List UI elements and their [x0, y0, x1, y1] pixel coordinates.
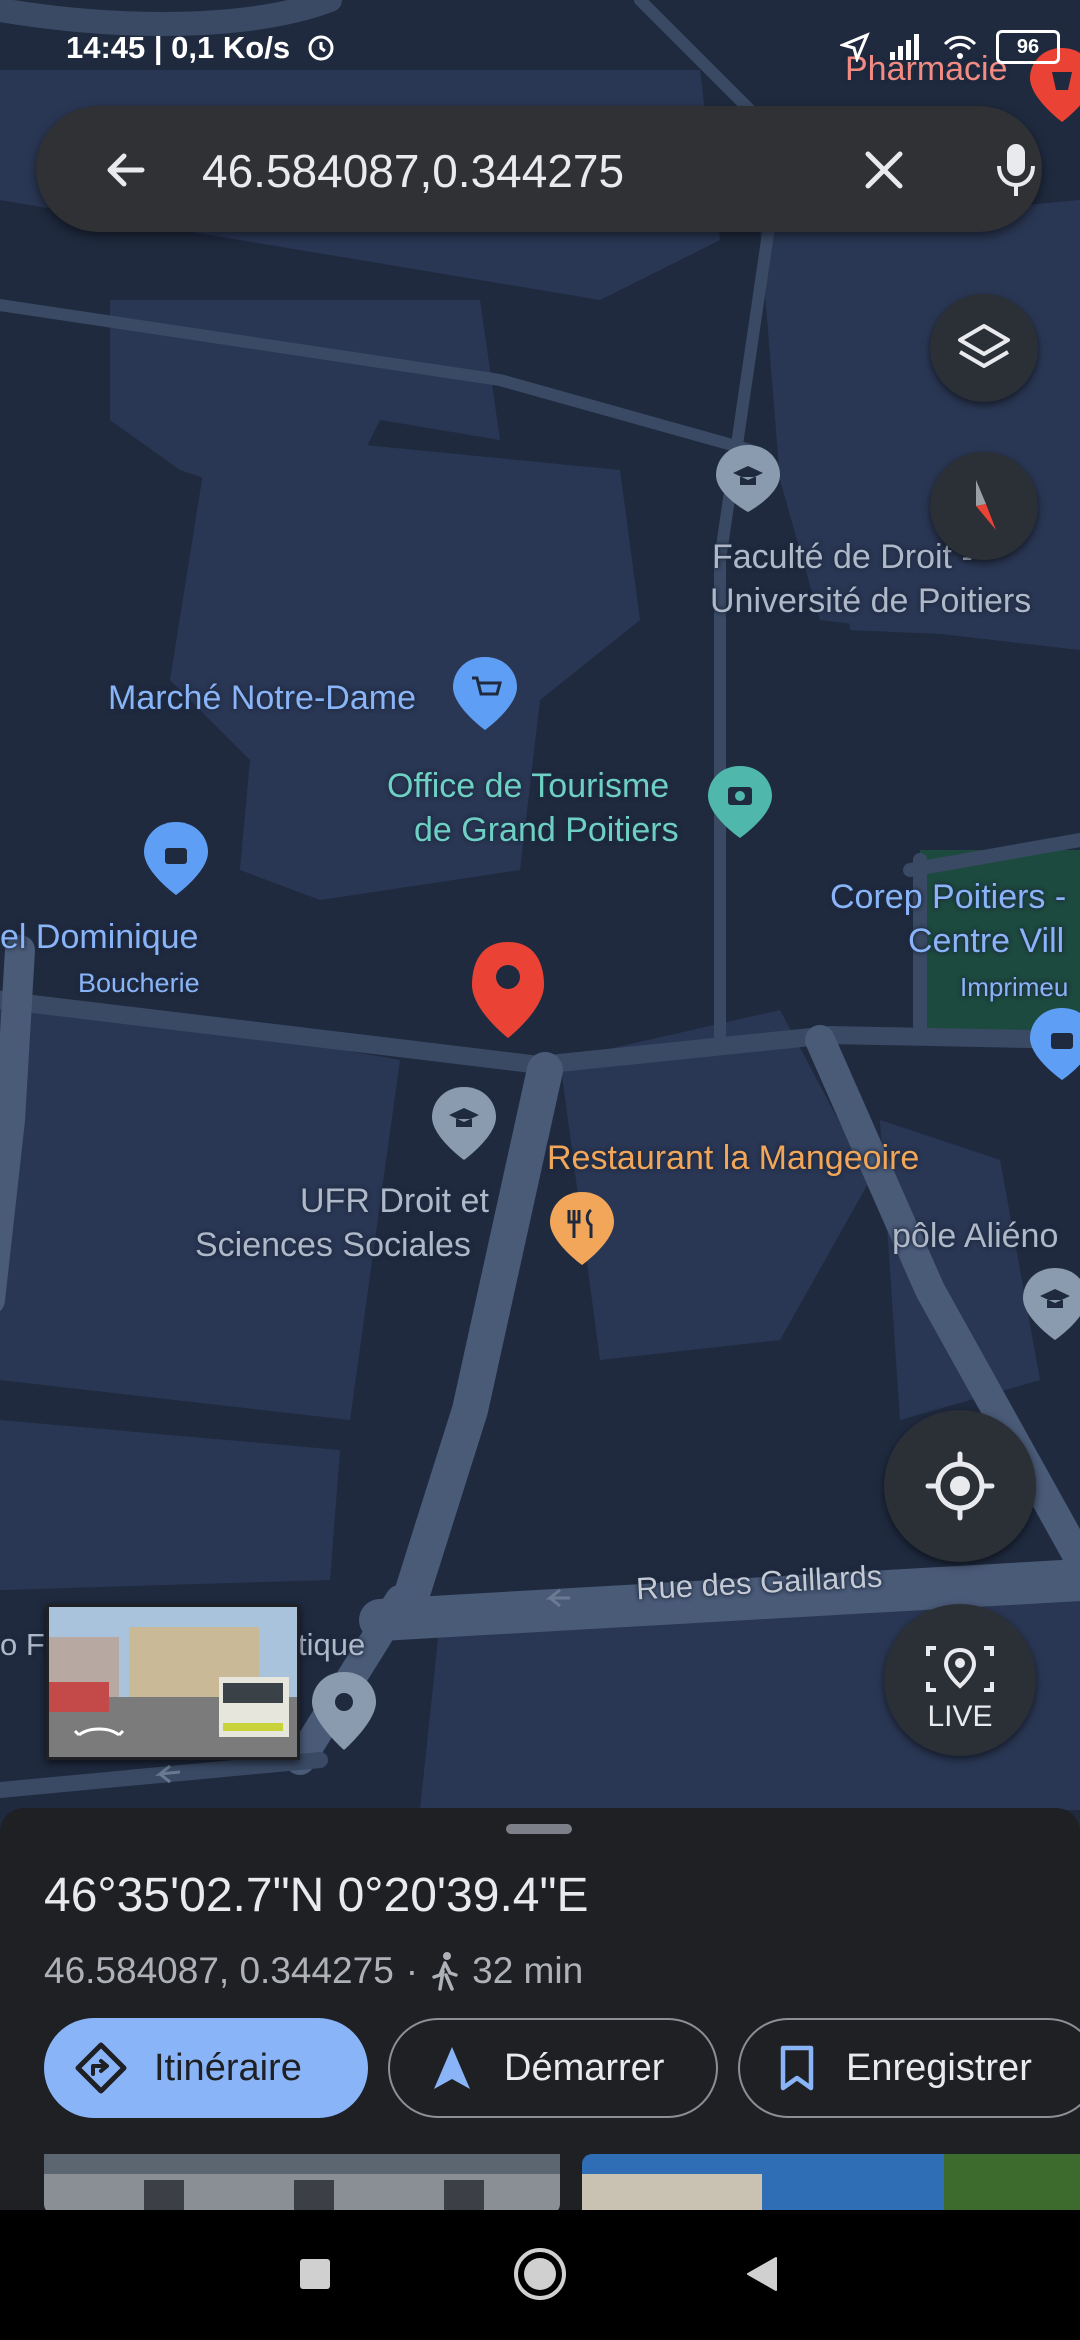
layers-icon [958, 324, 1010, 368]
map-label-pole[interactable]: pôle Aliéno [892, 1215, 1058, 1257]
map-label-dominique[interactable]: el Dominique [0, 916, 198, 958]
map-label-office-tourisme-2[interactable]: de Grand Poitiers [414, 809, 679, 851]
coordinates-subtitle: 46.584087, 0.344275 · 32 min [44, 1950, 583, 1992]
start-label: Démarrer [504, 2046, 665, 2089]
location-arrow-icon [840, 32, 870, 62]
home-circle-icon[interactable] [514, 2248, 566, 2300]
my-location-button[interactable] [884, 1410, 1036, 1562]
coordinates-dms: 46°35'02.7"N 0°20'39.4"E [44, 1869, 589, 1922]
search-input[interactable] [166, 138, 798, 204]
back-triangle-icon[interactable] [747, 2257, 777, 2291]
search-bar[interactable] [36, 106, 1042, 232]
save-button[interactable]: Enregistrer [738, 2018, 1080, 2118]
street-view-image [49, 1607, 297, 1757]
close-icon[interactable] [862, 148, 906, 192]
street-view-thumbnail[interactable] [46, 1604, 300, 1760]
nav-icons [300, 2248, 777, 2300]
signal-icon [890, 34, 919, 60]
walking-time: 32 min [472, 1950, 584, 1991]
live-label: LIVE [927, 1700, 993, 1733]
compass-button[interactable] [930, 452, 1038, 560]
sheet-drag-handle[interactable] [506, 1824, 572, 1834]
status-bar: 14:45 | 0,1 Ko/s 96 [0, 0, 1080, 100]
navigation-arrow-icon [434, 2047, 470, 2089]
layers-button[interactable] [930, 294, 1038, 402]
android-nav-bar [0, 2210, 1080, 2340]
map-label-ufr[interactable]: UFR Droit et [300, 1180, 489, 1222]
map-label-ufr-2[interactable]: Sciences Sociales [195, 1224, 471, 1266]
map-label-office-tourisme[interactable]: Office de Tourisme [387, 765, 669, 807]
recents-square-icon[interactable] [300, 2259, 330, 2289]
photo-thumbnails [44, 2154, 1080, 2210]
map-label-corep-2[interactable]: Centre Vill [908, 920, 1064, 962]
map-label-faculte-2[interactable]: Université de Poitiers [710, 580, 1031, 622]
map-label-boucherie: Boucherie [78, 968, 200, 998]
directions-icon [75, 2042, 127, 2094]
start-button[interactable]: Démarrer [388, 2018, 718, 2118]
separator-dot: · [405, 1950, 419, 1991]
microphone-icon[interactable] [990, 140, 1042, 200]
arrow-left-icon[interactable] [102, 146, 150, 194]
map-label-imprimerie: Imprimeu [960, 972, 1069, 1002]
map-label-corep[interactable]: Corep Poitiers - [830, 876, 1066, 918]
my-location-icon [925, 1451, 995, 1521]
coordinates-decimal: 46.584087, 0.344275 [44, 1950, 394, 1991]
alarm-icon [308, 35, 334, 61]
photo-strip[interactable] [44, 2154, 1080, 2210]
map-label-marche[interactable]: Marché Notre-Dame [108, 677, 416, 719]
directions-label: Itinéraire [154, 2046, 302, 2089]
map-label-restaurant[interactable]: Restaurant la Mangeoire [547, 1137, 919, 1179]
bookmark-icon [780, 2045, 814, 2091]
save-label: Enregistrer [846, 2046, 1032, 2089]
directions-button[interactable]: Itinéraire [44, 2018, 368, 2118]
wifi-icon [943, 35, 977, 59]
walking-icon [432, 1952, 458, 1991]
status-time: 14:45 | 0,1 Ko/s [66, 30, 291, 65]
battery-icon: 96 [996, 30, 1060, 64]
map-label-tique: tique [298, 1627, 366, 1662]
place-bottom-sheet[interactable]: 46°35'02.7"N 0°20'39.4"E 46.584087, 0.34… [0, 1808, 1080, 2210]
compass-icon [976, 480, 996, 530]
live-view-button[interactable]: LIVE [884, 1604, 1036, 1756]
